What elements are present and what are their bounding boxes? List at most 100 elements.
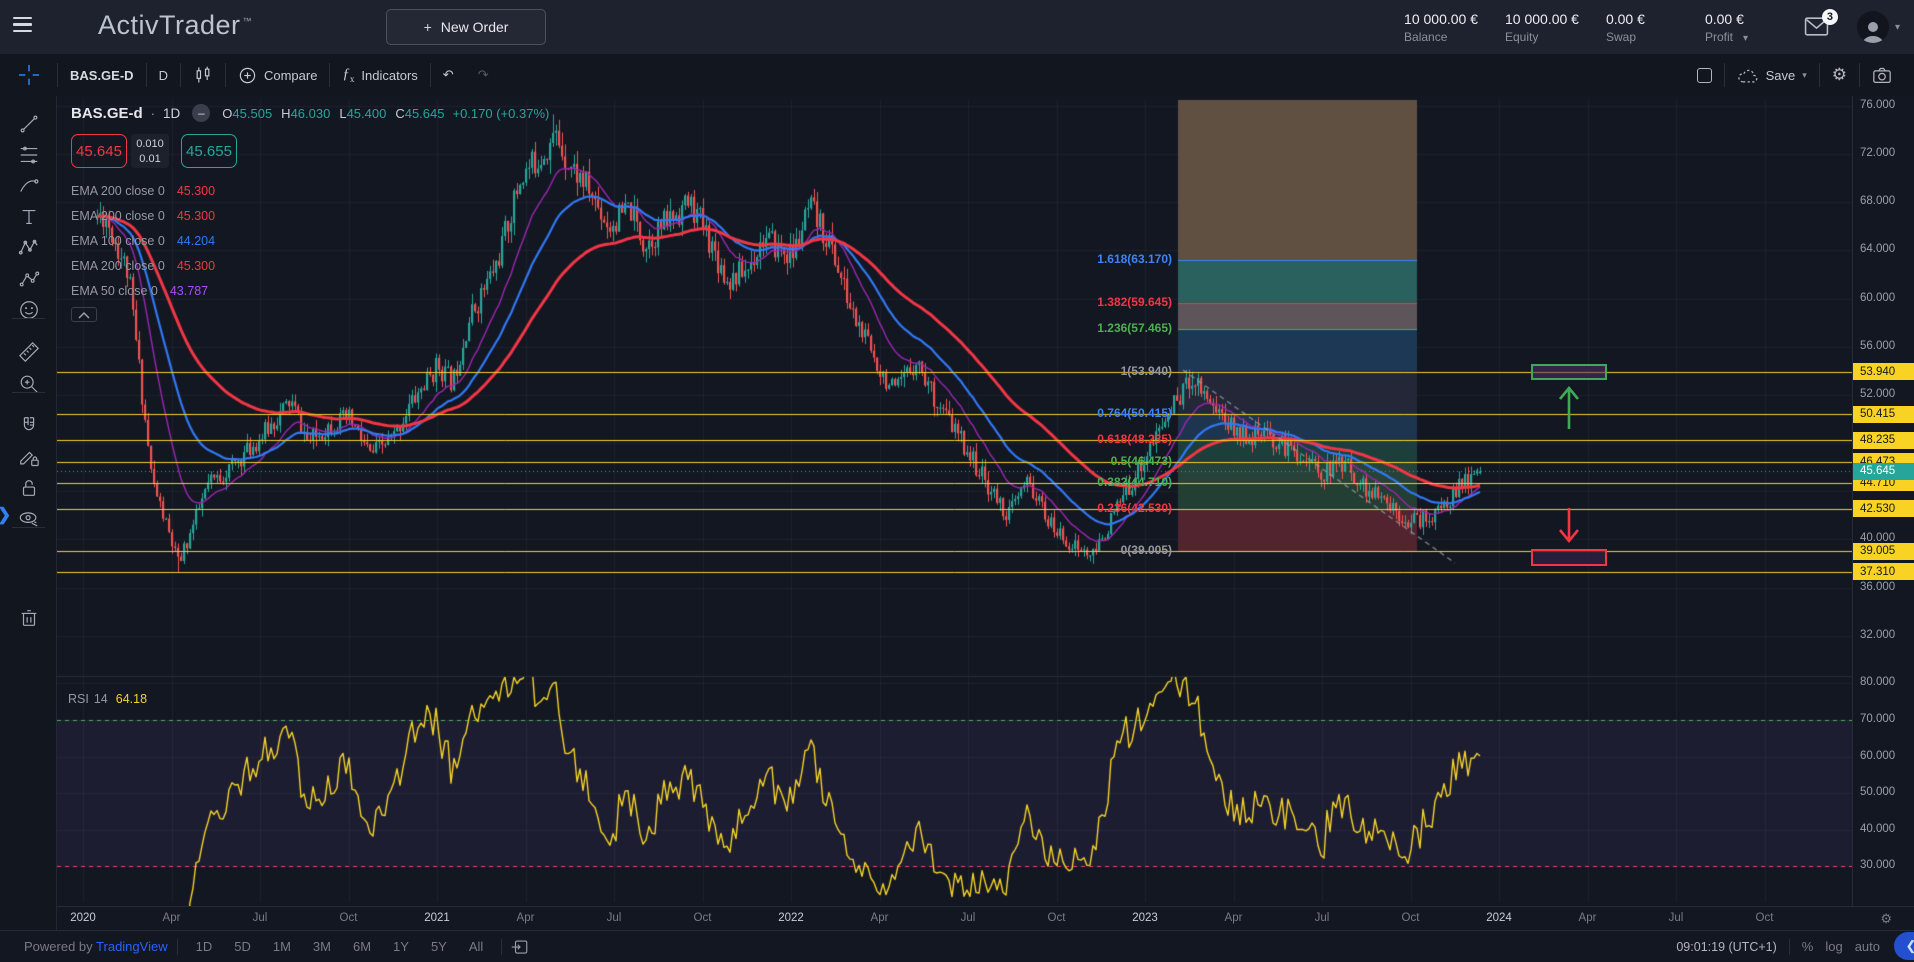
rsi-legend[interactable]: RSI1464.18 (68, 692, 147, 706)
cloud-save-button[interactable]: Save▾ (1725, 54, 1819, 96)
year-label: 2023 (1123, 912, 1167, 924)
app-window: ActivTrader™ +New Order 10 000.00 €Balan… (0, 0, 1914, 962)
xabcd-pattern-icon[interactable] (0, 234, 57, 262)
percent-scale-button[interactable]: % (1802, 939, 1814, 954)
range-button-1d[interactable]: 1D (187, 936, 222, 957)
rsi-tick: 80.000 (1860, 676, 1895, 688)
month-label: Oct (327, 912, 371, 924)
ruler-icon[interactable] (0, 338, 57, 366)
account-stat-balance: 10 000.00 €Balance (1404, 11, 1478, 44)
chevron-down-icon[interactable]: ▾ (1743, 33, 1748, 44)
price-alert-label: 48.235 (1853, 432, 1914, 449)
menu-icon[interactable] (13, 17, 35, 37)
divider (12, 392, 45, 393)
year-label: 2024 (1477, 912, 1521, 924)
delete-icon[interactable] (0, 604, 57, 632)
trend-line-icon[interactable] (0, 110, 57, 138)
short-target-box[interactable] (1531, 549, 1607, 566)
indicators-button[interactable]: ƒx Indicators (330, 54, 429, 96)
sell-button[interactable]: 45.645 (71, 134, 127, 168)
price-tick: 68.000 (1860, 195, 1895, 207)
ema-legend-row[interactable]: EMA 200 close 045.300 (71, 178, 549, 203)
divider (12, 318, 45, 319)
year-label: 2022 (769, 912, 813, 924)
price-alert-label: 53.940 (1853, 363, 1914, 380)
price-tick: 76.000 (1860, 99, 1895, 111)
emoji-icon[interactable] (0, 296, 57, 324)
divider (12, 527, 45, 528)
notification-badge: 3 (1822, 9, 1838, 25)
magnet-icon[interactable] (0, 412, 57, 440)
fib-level-label: 0.618(48.235) (1097, 432, 1172, 446)
crosshair-tool-icon[interactable] (0, 54, 57, 96)
go-to-date-icon[interactable] (511, 938, 529, 956)
brush-icon[interactable] (0, 172, 57, 200)
expand-panel-left-icon[interactable]: ❯ (0, 505, 11, 525)
month-label: Apr (150, 912, 194, 924)
range-button-3m[interactable]: 3M (304, 936, 340, 957)
symbol-button[interactable]: BAS.GE-D (58, 54, 146, 96)
chart-interval-label: 1D (163, 106, 180, 121)
lock-all-icon[interactable] (0, 474, 57, 502)
bottom-bar: Powered by TradingView 1D5D1M3M6M1Y5YAll… (0, 930, 1914, 962)
price-tick: 72.000 (1860, 147, 1895, 159)
clock-label[interactable]: 09:01:19 (UTC+1) (1676, 940, 1776, 954)
redo-icon[interactable]: ↷ (466, 54, 501, 96)
range-button-1y[interactable]: 1Y (384, 936, 418, 957)
month-label: Jul (1654, 912, 1698, 924)
hide-symbol-icon[interactable]: – (192, 104, 210, 122)
avatar[interactable]: ▾ (1857, 11, 1900, 43)
ema-legend-row[interactable]: EMA 100 close 044.204 (71, 228, 549, 253)
year-label: 2020 (61, 912, 105, 924)
tradingview-link[interactable]: TradingView (96, 939, 168, 954)
mail-icon[interactable]: 3 (1804, 16, 1830, 38)
down-arrow[interactable] (1558, 506, 1580, 544)
range-buttons: 1D5D1M3M6M1Y5YAll (187, 936, 493, 957)
fib-level-label: 1.236(57.465) (1097, 321, 1172, 335)
ema-legend-row[interactable]: EMA 50 close 043.787 (71, 278, 549, 303)
plus-icon: + (424, 19, 432, 35)
compare-button[interactable]: Compare (226, 54, 329, 96)
log-scale-button[interactable]: log (1825, 939, 1842, 954)
range-button-5d[interactable]: 5D (225, 936, 260, 957)
range-button-6m[interactable]: 6M (344, 936, 380, 957)
ema-legend-row[interactable]: EMA 200 close 045.300 (71, 253, 549, 278)
chart-type-icon[interactable] (181, 54, 225, 96)
interval-button[interactable]: D (147, 54, 180, 96)
ema-legend-row[interactable]: EMA 200 close 045.300 (71, 203, 549, 228)
account-stat-swap: 0.00 €Swap (1606, 11, 1678, 44)
new-order-button[interactable]: +New Order (386, 9, 546, 45)
fib-level-label: 0(39.005) (1121, 543, 1172, 557)
auto-scale-button[interactable]: auto (1855, 939, 1880, 954)
chart-pane: 1.618(63.170)1.382(59.645)1.236(57.465)1… (57, 96, 1914, 930)
compare-icon (238, 66, 257, 85)
settings-gear-icon[interactable]: ⚙ (1820, 54, 1859, 96)
layout-icon[interactable] (1685, 54, 1724, 96)
undo-icon[interactable]: ↶ (431, 54, 466, 96)
chart-symbol-title[interactable]: BAS.GE-d (71, 105, 143, 122)
drawing-lock-icon[interactable] (0, 443, 57, 471)
chart-legend: BAS.GE-d · 1D – O45.505H46.030L45.400C45… (71, 104, 549, 322)
time-axis[interactable]: ⚙ 2020AprJulOct2021AprJulOct2022AprJulOc… (57, 906, 1914, 930)
rsi-tick: 40.000 (1860, 823, 1895, 835)
collapse-panel-right-icon[interactable]: ❮ (1894, 932, 1914, 960)
text-icon[interactable] (0, 203, 57, 231)
change-value: +0.170 (+0.37%) (452, 106, 549, 121)
fx-icon: ƒx (342, 66, 354, 84)
forecast-icon[interactable] (0, 265, 57, 293)
range-button-1m[interactable]: 1M (264, 936, 300, 957)
screenshot-camera-icon[interactable] (1860, 54, 1904, 96)
chevron-down-icon: ▾ (1895, 22, 1900, 33)
month-label: Apr (504, 912, 548, 924)
range-button-5y[interactable]: 5Y (422, 936, 456, 957)
collapse-indicators-icon[interactable] (71, 307, 97, 322)
buy-button[interactable]: 45.655 (181, 134, 237, 168)
fib-retracement-icon[interactable] (0, 141, 57, 169)
long-target-box[interactable] (1531, 364, 1607, 380)
range-button-all[interactable]: All (460, 936, 492, 957)
up-arrow[interactable] (1558, 385, 1580, 431)
price-axis[interactable]: 76.00072.00068.00064.00060.00056.00052.0… (1852, 96, 1914, 906)
axis-settings-gear-icon[interactable]: ⚙ (1880, 911, 1892, 927)
zoom-in-icon[interactable] (0, 370, 57, 398)
month-label: Oct (1743, 912, 1787, 924)
